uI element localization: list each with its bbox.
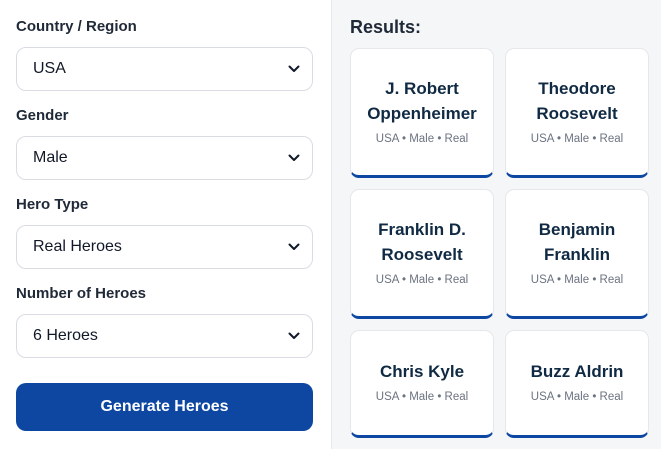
hero-card-name: Benjamin Franklin [538,220,616,264]
hero-card-name: Buzz Aldrin [530,362,624,381]
hero-card: J. Robert Oppenheimer USA • Male • Real [350,48,494,178]
hero-card-meta: USA • Male • Real [375,391,469,403]
hero-form-panel: Country / Region USA Gender Male Hero Ty… [0,0,331,449]
hero-card-name: Theodore Roosevelt [536,79,618,123]
chevron-down-icon [288,154,300,161]
results-title: Results: [350,17,422,37]
hero-card-meta: USA • Male • Real [375,274,469,286]
hero-type-select-value: Real Heroes [33,238,122,255]
hero-card-meta: USA • Male • Real [530,274,624,286]
country-select[interactable]: USA [16,47,313,91]
hero-count-label: Number of Heroes [16,285,147,302]
hero-type-select[interactable]: Real Heroes [16,225,313,269]
hero-card-name: Franklin D. Roosevelt [378,220,466,264]
hero-card: Buzz Aldrin USA • Male • Real [505,330,649,438]
hero-card: Chris Kyle USA • Male • Real [350,330,494,438]
hero-card: Franklin D. Roosevelt USA • Male • Real [350,189,494,319]
hero-card-meta: USA • Male • Real [375,133,469,145]
chevron-down-icon [288,243,300,250]
gender-select-value: Male [33,149,68,166]
hero-card-meta: USA • Male • Real [530,391,624,403]
hero-card: Theodore Roosevelt USA • Male • Real [505,48,649,178]
chevron-down-icon [288,65,300,72]
gender-label: Gender [16,107,69,124]
country-select-value: USA [33,60,66,77]
generate-heroes-button[interactable]: Generate Heroes [16,383,313,431]
hero-card: Benjamin Franklin USA • Male • Real [505,189,649,319]
hero-card-name: J. Robert Oppenheimer [367,79,477,123]
hero-type-label: Hero Type [16,196,89,213]
gender-select[interactable]: Male [16,136,313,180]
hero-card-name: Chris Kyle [379,362,465,381]
country-label: Country / Region [16,18,137,35]
hero-count-select[interactable]: 6 Heroes [16,314,313,358]
chevron-down-icon [288,332,300,339]
hero-count-select-value: 6 Heroes [33,327,98,344]
hero-card-meta: USA • Male • Real [530,133,624,145]
